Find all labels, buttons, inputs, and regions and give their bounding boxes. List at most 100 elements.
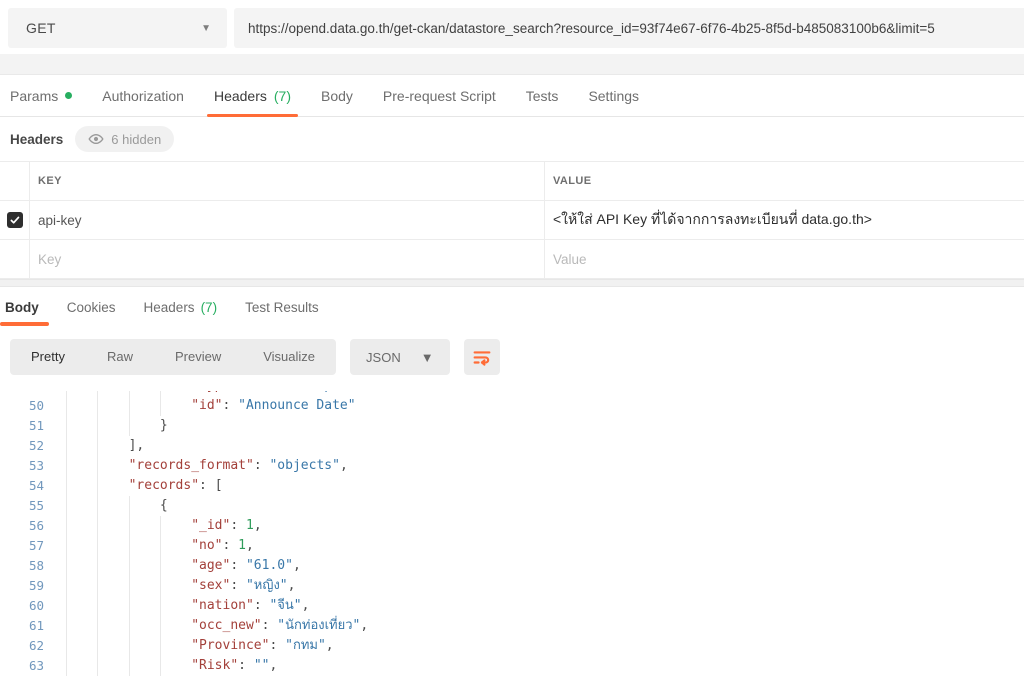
section-divider [0,279,1024,287]
indent-guide [160,656,191,676]
key-cell[interactable]: api-key [30,201,545,239]
code-token: , [288,576,296,596]
code-token: "กทม" [285,636,326,656]
wrap-lines-button[interactable] [464,339,500,375]
code-token: "nation" [191,596,254,616]
line-number: 61 [0,616,44,636]
indent-guide [66,396,97,416]
response-tabs: Body Cookies Headers (7) Test Results [0,288,1024,326]
indent-guide [66,416,97,436]
tab-body[interactable]: Body [306,75,368,116]
indent-guide [129,576,160,596]
wrap-text-icon [471,346,493,368]
tab-settings[interactable]: Settings [573,75,654,116]
code-token: "age" [191,556,230,576]
response-tab-headers-label: Headers [144,300,195,315]
value-cell-text: <ให้ใส่ API Key ที่ได้จากการลงทะเบียนที่… [553,209,872,231]
header-enabled-checkbox[interactable] [7,212,23,228]
code-line: 57"no": 1, [0,536,1024,556]
tab-headers[interactable]: Headers (7) [199,75,306,116]
line-number: 59 [0,576,44,596]
response-tab-cookies[interactable]: Cookies [53,288,130,326]
indent-guide [160,396,191,416]
code-token: : [238,656,254,676]
code-token: } [160,416,168,436]
indent-guide [129,496,160,516]
code-token: : [230,516,246,536]
url-text: https://opend.data.go.th/get-ckan/datast… [248,21,935,36]
response-tab-body-label: Body [5,300,39,315]
response-tab-test-results[interactable]: Test Results [231,288,333,326]
tab-tests[interactable]: Tests [511,75,574,116]
line-number: 60 [0,596,44,616]
tab-headers-label: Headers [214,88,267,104]
indent-guide [66,476,97,496]
code-token: "61.0" [246,556,293,576]
tab-authorization-label: Authorization [102,88,184,104]
indent-guide [97,496,128,516]
view-preview-button[interactable]: Preview [154,339,242,375]
url-input[interactable]: https://opend.data.go.th/get-ckan/datast… [234,8,1024,48]
indent-guide [129,616,160,636]
indent-guide [129,396,160,416]
code-line: 59 "sex": "หญิง", [0,576,1024,596]
table-row: api-key <ให้ใส่ API Key ที่ได้จากการลงทะ… [0,201,1024,240]
line-number: 50 [0,396,44,416]
view-visualize-button[interactable]: Visualize [242,339,336,375]
indent-guide [160,556,191,576]
response-tab-headers[interactable]: Headers (7) [130,288,232,326]
tab-authorization[interactable]: Authorization [87,75,199,116]
response-tab-test-results-label: Test Results [245,300,319,315]
indent-guide [66,636,97,656]
check-icon [9,214,21,226]
code-token: , [302,596,310,616]
key-input[interactable]: Key [30,240,545,278]
response-tab-body[interactable]: Body [0,288,53,326]
chevron-down-icon: ▼ [201,23,211,34]
tab-prerequest-script[interactable]: Pre-request Script [368,75,511,116]
tab-params[interactable]: Params [0,75,87,116]
indent-guide [97,576,128,596]
params-active-dot [65,92,72,99]
code-token: : [254,596,270,616]
row-check-cell [0,201,30,239]
indent-guide [129,516,160,536]
indent-guide [160,516,191,536]
headers-subheader: Headers 6 hidden [0,117,1024,161]
indent-guide [129,656,160,676]
code-token: , [269,656,277,676]
hidden-headers-badge[interactable]: 6 hidden [75,126,174,152]
indent-guide [66,496,97,516]
code-token: "records" [129,476,199,496]
view-pretty-button[interactable]: Pretty [10,339,86,375]
line-number: 54 [0,476,44,496]
method-select[interactable]: GET ▼ [8,8,227,48]
code-token: "objects" [269,456,339,476]
code-token: "หญิง" [246,576,288,596]
value-column-label: VALUE [553,175,591,187]
value-cell[interactable]: <ให้ใส่ API Key ที่ได้จากการลงทะเบียนที่… [545,201,1024,239]
code-token: "sex" [191,576,230,596]
code-token: , [340,456,348,476]
eye-icon [88,131,104,147]
code-token: "จีน" [269,596,301,616]
indent-guide [97,596,128,616]
code-token: : [230,576,246,596]
indent-guide [97,436,128,456]
tab-tests-label: Tests [526,88,559,104]
view-raw-button[interactable]: Raw [86,339,154,375]
line-number: 56 [0,516,44,536]
key-cell-text: api-key [38,213,82,228]
indent-guide [97,516,128,536]
indent-guide [160,616,191,636]
indent-guide [66,576,97,596]
indent-guide [66,596,97,616]
code-token: ], [129,436,145,456]
code-line: 61"occ_new": "นักท่องเที่ยว", [0,616,1024,636]
format-select[interactable]: JSON ▼ [350,339,450,375]
value-column-header: VALUE [545,162,1024,200]
value-input[interactable]: Value [545,240,1024,278]
code-token: "Province" [191,636,269,656]
response-body-viewer[interactable]: 49"type": "timestamp",50"id": "Announce … [0,391,1024,691]
indent-guide [129,416,160,436]
